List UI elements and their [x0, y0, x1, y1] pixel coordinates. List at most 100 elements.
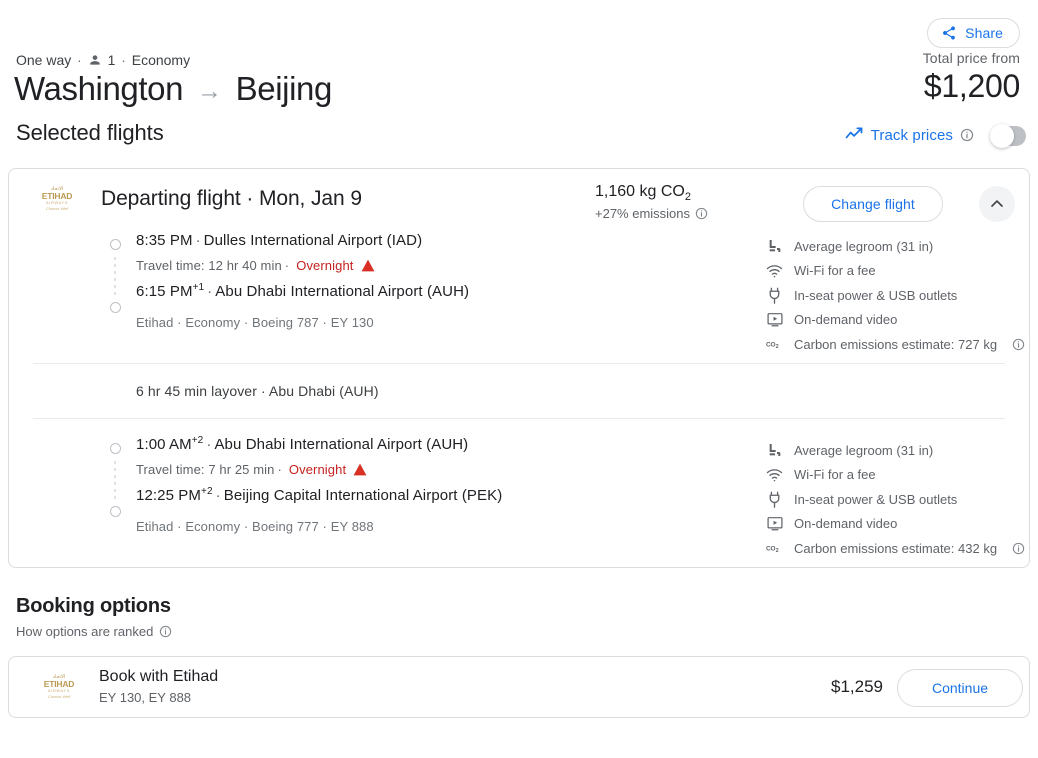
departing-flight-title: Departing flight · Mon, Jan 9: [101, 187, 362, 210]
timeline-depart-dot: [109, 239, 121, 250]
co2-icon: CO 2: [766, 542, 783, 554]
amenity-carbon: CO 2 Carbon emissions estimate: 432 kg: [766, 537, 1025, 559]
info-icon[interactable]: [695, 207, 708, 220]
chevron-up-icon: [987, 194, 1007, 214]
info-icon[interactable]: [960, 128, 974, 142]
amenity-label: Average legroom (31 in): [794, 238, 934, 254]
emissions-summary: 1,160 kg CO2 +27% emissions: [595, 183, 708, 221]
booking-option-flights: EY 130, EY 888: [99, 690, 192, 705]
legroom-icon: [766, 442, 783, 458]
leg-travel-time-row: Travel time: 7 hr 25 min · Overnight: [136, 462, 502, 477]
passenger-count: 1: [107, 52, 116, 68]
separator: ·: [284, 258, 290, 273]
logo-sub: AIRWAYS: [45, 199, 69, 205]
arrival-airport: Beijing Capital International Airport (P…: [223, 487, 503, 504]
track-prices-toggle[interactable]: [990, 124, 1026, 148]
amenity-label: Carbon emissions estimate: 432 kg: [794, 540, 998, 556]
amenity-label: In-seat power & USB outlets: [794, 287, 958, 303]
arrow-right-icon: →: [197, 76, 222, 105]
legroom-icon: [766, 238, 783, 254]
timeline-arrive-dot: [109, 302, 121, 313]
amenity-label: Average legroom (31 in): [794, 442, 934, 458]
emissions-total: 1,160 kg CO2: [595, 183, 708, 203]
warning-triangle-icon: [353, 463, 367, 476]
leg-aircraft-details: Etihad · Economy · Boeing 777 · EY 888: [136, 519, 374, 534]
power-plug-icon: [766, 491, 783, 508]
flight-leg: 8:35 PM · Dulles International Airport (IA…: [9, 231, 1029, 363]
share-button[interactable]: Share: [927, 18, 1020, 48]
wifi-icon: [766, 264, 783, 278]
departure-time: 1:00 AM: [136, 436, 192, 453]
arrival-time: 6:15 PM: [136, 283, 193, 300]
separator: ·: [215, 487, 221, 504]
departure-airport: Abu Dhabi International Airport (AUH): [214, 436, 469, 453]
continue-button[interactable]: Continue: [897, 669, 1023, 707]
booking-option-row: الاتحاد ETIHAD AIRWAYS Choose Well Book …: [8, 656, 1030, 718]
leg-amenities: Average legroom (31 in) Wi-Fi for a fee: [766, 439, 1025, 562]
emissions-delta-text: +27% emissions: [595, 206, 691, 222]
info-icon[interactable]: [1012, 338, 1025, 351]
arrival-time: 12:25 PM: [136, 487, 202, 504]
wifi-icon: [766, 468, 783, 482]
timeline-arrive-dot: [109, 506, 121, 517]
leg-departure-row: 8:35 PM · Dulles International Airport (IA…: [136, 231, 469, 249]
warning-triangle-icon: [361, 259, 375, 272]
section-title: Selected flights: [16, 120, 164, 145]
svg-text:CO: CO: [766, 341, 775, 348]
trip-summary: One way · 1 · Economy: [16, 52, 190, 68]
separator: ·: [195, 232, 201, 249]
svg-text:2: 2: [776, 548, 779, 554]
leg-arrival-row: 6:15 PM+1 · Abu Dhabi International Airpor…: [136, 282, 469, 300]
separator-dot-2: ·: [121, 52, 126, 68]
separator: ·: [277, 462, 282, 477]
amenity-carbon: CO 2 Carbon emissions estimate: 727 kg: [766, 333, 1025, 355]
logo-tagline: Choose Well: [47, 693, 71, 699]
amenity-video: On-demand video: [766, 309, 1025, 331]
flight-leg: 1:00 AM+2 · Abu Dhabi International Airpor…: [9, 419, 1029, 567]
leg-details: 8:35 PM · Dulles International Airport (IA…: [136, 231, 469, 330]
booking-options-header: Booking options How options are ranked: [8, 595, 1030, 639]
amenity-wifi: Wi-Fi for a fee: [766, 464, 1025, 486]
svg-text:CO: CO: [766, 545, 775, 552]
leg-amenities: Average legroom (31 in) Wi-Fi for a fee: [766, 235, 1025, 358]
departure-time: 8:35 PM: [136, 232, 193, 249]
cabin-class-label: Economy: [131, 52, 191, 68]
booking-option-price: $1,259: [831, 677, 883, 696]
share-icon: [941, 25, 957, 41]
track-prices-control[interactable]: Track prices: [844, 125, 974, 145]
page-header: Share Total price from $1,200 One way · …: [8, 0, 1030, 120]
share-button-label: Share: [965, 25, 1003, 41]
flight-card-header: الاتحاد ETIHAD AIRWAYS Choose Well Depar…: [9, 169, 1029, 231]
separator: ·: [206, 436, 212, 453]
booking-option-title: Book with Etihad: [99, 668, 219, 685]
booking-options-title: Booking options: [16, 595, 171, 617]
amenity-label: Wi-Fi for a fee: [794, 263, 876, 278]
amenity-label: On-demand video: [794, 516, 898, 531]
etihad-logo-icon: الاتحاد ETIHAD AIRWAYS Choose Well: [33, 181, 81, 217]
amenity-label: Wi-Fi for a fee: [794, 467, 876, 482]
travel-time-text: Travel time: 12 hr 40 min: [136, 258, 282, 273]
arrival-day-offset: +2: [201, 486, 213, 497]
how-options-ranked[interactable]: How options are ranked: [16, 624, 1030, 639]
info-icon[interactable]: [1012, 542, 1025, 555]
info-icon[interactable]: [159, 625, 172, 638]
change-flight-button[interactable]: Change flight: [803, 186, 943, 222]
selected-flight-card: الاتحاد ETIHAD AIRWAYS Choose Well Depar…: [8, 168, 1030, 568]
amenity-power: In-seat power & USB outlets: [766, 488, 1025, 510]
video-icon: [766, 312, 783, 327]
amenity-label: In-seat power & USB outlets: [794, 491, 958, 507]
selected-flights-header: Selected flights Track prices: [8, 120, 1030, 164]
separator-dot: ·: [77, 52, 82, 68]
destination-city: Beijing: [235, 70, 333, 107]
trending-up-icon: [844, 125, 864, 145]
continue-button-label: Continue: [931, 680, 989, 696]
layover-row: 6 hr 45 min layover · Abu Dhabi (AUH): [136, 383, 379, 399]
logo-sub: AIRWAYS: [47, 687, 71, 693]
amenity-label: On-demand video: [794, 312, 898, 327]
timeline-connector: [113, 250, 117, 302]
arrival-day-offset: +1: [192, 282, 205, 293]
leg-aircraft-details: Etihad · Economy · Boeing 787 · EY 130: [136, 315, 374, 330]
collapse-card-button[interactable]: [979, 186, 1015, 222]
route-title: Washington → Beijing: [14, 70, 332, 108]
track-prices-label: Track prices: [870, 126, 953, 144]
